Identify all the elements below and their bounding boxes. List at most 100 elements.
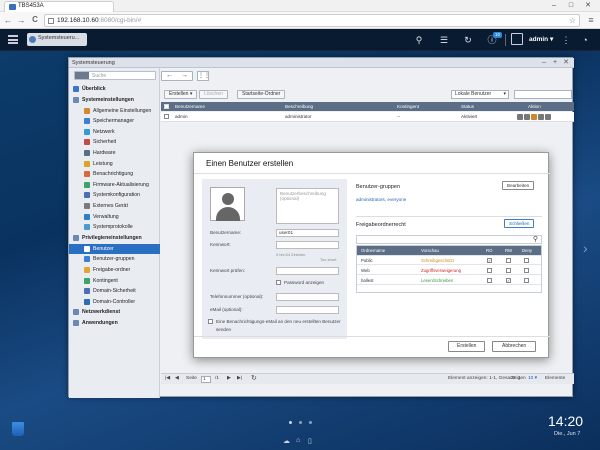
per-page-select[interactable]: 10 ▾: [528, 374, 537, 384]
more-options-icon[interactable]: ⋮: [559, 33, 573, 47]
sidebar-item[interactable]: Hardware: [69, 148, 160, 158]
sidebar-item[interactable]: Verwaltung: [69, 212, 160, 222]
sidebar-item[interactable]: Kontingent: [69, 276, 160, 286]
external-devices-icon[interactable]: ↻: [461, 33, 475, 47]
window-maximize-icon[interactable]: +: [550, 59, 560, 67]
sidebar-item[interactable]: Netzwerk: [69, 127, 160, 137]
search-icon[interactable]: [75, 72, 89, 79]
rw-checkbox[interactable]: [506, 258, 511, 263]
username-field[interactable]: user01: [276, 229, 339, 237]
deny-checkbox[interactable]: [524, 258, 529, 263]
window-titlebar[interactable]: Systemsteuerung: [69, 58, 574, 68]
window-close-icon[interactable]: ✕: [561, 59, 571, 67]
edit-profile-icon[interactable]: [517, 114, 523, 120]
sidebar-item[interactable]: Externes Gerät: [69, 201, 160, 211]
user-photo-icon[interactable]: [210, 187, 245, 221]
deny-checkbox[interactable]: [524, 278, 529, 283]
book-icon[interactable]: ▯: [308, 437, 312, 445]
sidebar-item[interactable]: Sicherheit: [69, 137, 160, 147]
edit-group-icon[interactable]: [524, 114, 530, 120]
close-permission-button[interactable]: Schließen: [504, 219, 535, 228]
ro-checkbox[interactable]: ✓: [487, 258, 492, 263]
cancel-button[interactable]: Abbrechen: [492, 341, 537, 352]
sidebar-item[interactable]: Benutzer-gruppen: [69, 254, 160, 264]
sidebar-item[interactable]: Firmware-Aktualisierung: [69, 180, 160, 190]
cast-icon[interactable]: ⌂: [296, 437, 300, 444]
minimize-icon[interactable]: –: [546, 0, 562, 11]
grid-view-icon[interactable]: ⋮⋮: [197, 71, 210, 81]
desktop-page-dot[interactable]: [289, 421, 292, 424]
create-user-button[interactable]: Erstellen ▾: [164, 90, 198, 99]
bookmark-star-icon[interactable]: ☆: [569, 15, 576, 26]
delete-user-button[interactable]: Löschen: [199, 90, 228, 99]
reload-icon[interactable]: C: [29, 14, 41, 26]
ro-checkbox[interactable]: [487, 268, 492, 273]
next-page-icon[interactable]: ▶: [227, 374, 231, 384]
prev-page-icon[interactable]: ◀: [175, 374, 179, 384]
back-arrow-icon[interactable]: ←: [2, 14, 14, 26]
sidebar-item[interactable]: Systemeinstellungen: [69, 95, 160, 105]
rw-checkbox[interactable]: [506, 268, 511, 273]
ro-checkbox[interactable]: [487, 278, 492, 283]
search-icon[interactable]: ⚲: [412, 33, 426, 47]
sidebar-item[interactable]: Anwendungen: [69, 318, 160, 328]
edit-folder-permission-icon[interactable]: [531, 114, 537, 120]
sidebar-item[interactable]: Leistung: [69, 159, 160, 169]
browser-tab[interactable]: TBS453A: [4, 1, 114, 12]
sidebar-item[interactable]: Überblick: [69, 84, 160, 94]
desktop-page-dot[interactable]: [299, 421, 302, 424]
deny-checkbox[interactable]: [524, 268, 529, 273]
nav-back-icon[interactable]: ←: [162, 72, 177, 80]
address-bar[interactable]: 192.168.10.60:8080/cgi-bin/# ☆: [44, 14, 580, 27]
recycle-bin-icon[interactable]: [12, 422, 24, 436]
sidebar-item[interactable]: Freigabe-ordner: [69, 265, 160, 275]
next-desktop-arrow-icon[interactable]: ›: [583, 240, 588, 256]
user-menu[interactable]: admin ▾: [529, 35, 553, 43]
user-search-input[interactable]: [514, 90, 572, 99]
row-checkbox[interactable]: [164, 114, 169, 119]
sidebar-item[interactable]: Netzwerkdienst: [69, 307, 160, 317]
main-menu-icon[interactable]: [8, 35, 18, 44]
sidebar-item[interactable]: Systemkonfiguration: [69, 190, 160, 200]
create-button[interactable]: Erstellen: [448, 341, 486, 352]
last-page-icon[interactable]: ▶|: [237, 374, 242, 384]
close-icon[interactable]: ✕: [580, 0, 596, 11]
nav-forward-icon[interactable]: →: [177, 72, 192, 80]
sidebar-item[interactable]: Systemprotokolle: [69, 222, 160, 232]
sidebar-item[interactable]: Domain-Controller: [69, 297, 160, 307]
page-input[interactable]: 1: [201, 376, 211, 383]
sidebar-item[interactable]: Allgemeine Einstellungen: [69, 106, 160, 116]
notify-email-checkbox[interactable]: [208, 319, 213, 324]
window-minimize-icon[interactable]: –: [539, 59, 549, 67]
confirm-password-field[interactable]: [276, 267, 339, 275]
maximize-icon[interactable]: □: [563, 0, 579, 11]
description-field[interactable]: Benutzerbeschreibung (optional): [276, 188, 339, 224]
folder-search-input[interactable]: ⚲: [356, 235, 542, 244]
email-field[interactable]: [276, 306, 339, 314]
first-page-icon[interactable]: |◀: [165, 374, 170, 384]
refresh-icon[interactable]: ↻: [251, 374, 257, 384]
rw-checkbox[interactable]: ✓: [506, 278, 511, 283]
sidebar-item[interactable]: Privilegieneinstellungen: [69, 233, 160, 243]
user-domain-select[interactable]: Lokale Benutzer: [451, 90, 509, 99]
edit-quota-icon[interactable]: [545, 114, 551, 120]
select-all-checkbox[interactable]: [164, 104, 169, 109]
home-folder-button[interactable]: Startseite-Ordner: [237, 90, 286, 99]
phone-field[interactable]: [276, 293, 339, 301]
sidebar-item[interactable]: Domain-Sicherheit: [69, 286, 160, 296]
desktop-page-dot[interactable]: [309, 421, 312, 424]
cloud-icon[interactable]: ☁: [283, 437, 290, 445]
edit-groups-button[interactable]: Bearbeiten: [502, 181, 535, 190]
show-password-checkbox[interactable]: [276, 280, 281, 285]
forward-arrow-icon[interactable]: →: [15, 14, 27, 26]
table-row[interactable]: admin administrator -- Aktiviert: [161, 112, 574, 122]
browser-menu-icon[interactable]: ≡: [585, 14, 597, 26]
sidebar-item[interactable]: Benutzer: [69, 243, 160, 254]
folder-search-icon[interactable]: ⚲: [533, 235, 538, 243]
dashboard-icon[interactable]: ◔: [578, 33, 592, 47]
password-field[interactable]: [276, 241, 339, 249]
user-avatar-icon[interactable]: [511, 33, 523, 45]
sidebar-item[interactable]: Speichermanager: [69, 116, 160, 126]
sidebar-item[interactable]: Benachrichtigung: [69, 169, 160, 179]
edit-app-privilege-icon[interactable]: [538, 114, 544, 120]
